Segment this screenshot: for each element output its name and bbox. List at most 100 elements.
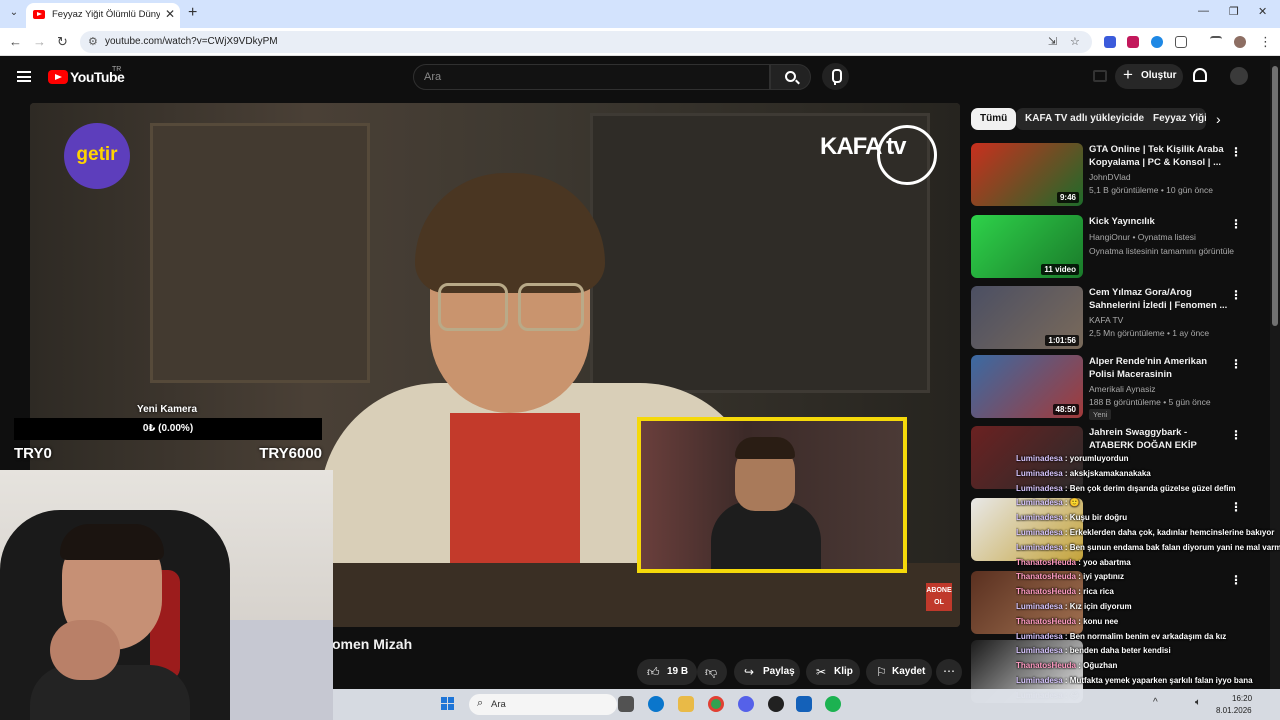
rec-channel[interactable]: KAFA TV xyxy=(1089,315,1123,325)
notifications-bell-icon[interactable] xyxy=(1193,68,1207,82)
save-button[interactable]: ⚐ Kaydet xyxy=(866,659,932,685)
clip-button[interactable]: ✂ Klip xyxy=(806,659,860,685)
bookmark-star-icon[interactable]: ☆ xyxy=(1070,35,1080,48)
edge-icon[interactable] xyxy=(648,696,664,712)
playlist-thumbnail[interactable]: 11 video xyxy=(971,215,1083,278)
more-vertical-icon[interactable]: ⋮ xyxy=(1230,217,1242,231)
goal-min-label: TRY0 xyxy=(14,445,52,462)
extensions-puzzle-icon[interactable] xyxy=(1175,36,1187,48)
chip-related[interactable]: Feyyaz Yiğit xyxy=(1144,108,1206,130)
minimize-icon[interactable]: — xyxy=(1198,5,1209,17)
extension-icon[interactable] xyxy=(1127,36,1139,48)
rec-title[interactable]: Jahrein Swaggybark - ATABERK DOĞAN EKİP … xyxy=(1089,426,1229,453)
speaker-icon[interactable]: 🔈︎ xyxy=(1195,697,1201,708)
dislike-button[interactable]: 👎︎ xyxy=(697,659,727,685)
rec-title[interactable]: Alper Rende'nin Amerikan Polisi Macerasi… xyxy=(1089,355,1229,382)
chat-username: Luminadesa xyxy=(1016,646,1063,656)
share-icon: ↪ xyxy=(744,665,755,679)
chip-all[interactable]: Tümü xyxy=(971,108,1017,130)
more-vertical-icon[interactable]: ⋮ xyxy=(1230,288,1242,302)
more-vertical-icon[interactable]: ⋮ xyxy=(1230,145,1242,159)
windows-start-icon[interactable] xyxy=(441,697,455,711)
chat-username: Luminadesa xyxy=(1016,602,1063,611)
tab-close-icon[interactable]: ✕ xyxy=(165,7,175,21)
more-vertical-icon[interactable]: ⋮ xyxy=(1230,357,1242,371)
more-actions-button[interactable]: ⋯ xyxy=(936,659,962,685)
youtube-logo-icon[interactable] xyxy=(48,70,68,84)
rec-title[interactable]: GTA Online | Tek Kişilik Araba Kopyalama… xyxy=(1089,143,1229,169)
list-item[interactable]: 1:01:56 Cem Yılmaz Gora/Arog Sahnelerini… xyxy=(971,286,1261,352)
forward-icon[interactable]: → xyxy=(33,34,46,49)
search-button[interactable] xyxy=(770,64,811,90)
chevron-right-icon[interactable]: › xyxy=(1216,111,1221,127)
chat-text: : Ben şunun endama bak falan diyorum yan… xyxy=(1064,542,1280,552)
list-item[interactable]: 9:46 GTA Online | Tek Kişilik Araba Kopy… xyxy=(971,143,1261,209)
discord-icon[interactable] xyxy=(738,696,754,712)
browser-menu-icon[interactable]: ⋮ xyxy=(1259,34,1272,50)
address-bar[interactable]: ⚙ youtube.com/watch?v=CWjX9VDkyPM ⇲ ☆ xyxy=(80,31,1092,53)
chat-text: : Erkeklerden daha çok, kadınlar hemcins… xyxy=(1062,528,1275,537)
install-app-icon[interactable]: ⇲ xyxy=(1048,35,1057,48)
guide-menu-icon[interactable] xyxy=(17,71,31,82)
obs-icon[interactable] xyxy=(768,696,784,712)
chat-username: Luminadesa xyxy=(1016,676,1063,685)
like-button[interactable]: 👍︎ 19 B xyxy=(637,659,697,685)
scrollbar-thumb[interactable] xyxy=(1272,66,1278,326)
chat-message: Luminadesa : Kuşu bir doğru xyxy=(1016,513,1127,522)
new-tab-icon[interactable]: + xyxy=(188,4,197,22)
account-avatar[interactable] xyxy=(1230,67,1248,85)
rec-channel[interactable]: JohnDVlad xyxy=(1089,172,1131,182)
back-icon[interactable]: ← xyxy=(9,34,22,49)
chat-text: : akskjskamakanakaka xyxy=(1062,468,1151,478)
webcam-subject xyxy=(60,524,164,560)
taskbar-time[interactable]: 16:20 xyxy=(1232,694,1252,703)
getir-logo-text: getir xyxy=(76,144,118,165)
goal-progress-text: 0₺ (0.00%) xyxy=(142,423,194,434)
chat-text: : yorumluyordun xyxy=(1062,454,1129,463)
extension-icon[interactable] xyxy=(1104,36,1116,48)
reading-list-icon[interactable] xyxy=(1210,36,1222,48)
browser-tab[interactable]: Feyyaz Yiğit Ölümlü Dünya Sah ✕ xyxy=(26,3,180,28)
video-thumbnail[interactable]: 9:46 xyxy=(971,143,1083,206)
voice-search-icon[interactable] xyxy=(822,63,849,90)
view-full-playlist-link[interactable]: Oynatma listesinin tamamını görüntüle xyxy=(1089,246,1234,256)
share-button[interactable]: ↪ Paylaş xyxy=(734,659,800,685)
cast-icon[interactable] xyxy=(1093,70,1107,82)
taskbar-date[interactable]: 8.01.2026 xyxy=(1216,706,1252,715)
file-explorer-icon[interactable] xyxy=(678,696,694,712)
taskbar-search[interactable]: ⌕ Ara xyxy=(469,694,617,715)
list-item[interactable]: 11 video Kick Yayıncılık HangiOnur • Oyn… xyxy=(971,215,1261,281)
create-button[interactable]: + Oluştur xyxy=(1115,64,1183,89)
profile-avatar-icon[interactable] xyxy=(1234,36,1246,48)
list-item[interactable]: 48:50 Alper Rende'nin Amerikan Polisi Ma… xyxy=(971,355,1261,421)
reload-icon[interactable]: ↻ xyxy=(57,34,68,50)
chat-message: Luminadesa : Ben çok derim dışarıda güze… xyxy=(1016,484,1236,493)
app-icon[interactable] xyxy=(796,696,812,712)
more-vertical-icon[interactable]: ⋮ xyxy=(1230,428,1242,442)
restore-icon[interactable]: ❐ xyxy=(1229,5,1239,18)
tab-search-icon[interactable]: ⌄ xyxy=(6,5,22,21)
subscribe-watermark[interactable]: ABONE OL xyxy=(926,583,952,611)
inset-subject xyxy=(735,437,795,459)
spotify-icon[interactable] xyxy=(825,696,841,712)
video-thumbnail[interactable]: 48:50 xyxy=(971,355,1083,418)
extension-icon[interactable] xyxy=(1151,36,1163,48)
chrome-icon[interactable] xyxy=(708,696,724,712)
thumbs-up-icon: 👍︎ xyxy=(647,665,660,679)
rec-channel[interactable]: HangiOnur • Oynatma listesi xyxy=(1089,232,1196,242)
chat-text: : Ben normalim benim ev arkadaşım da kız xyxy=(1062,631,1227,641)
video-thumbnail[interactable]: 1:01:56 xyxy=(971,286,1083,349)
chat-message: Luminadesa : 🙂 xyxy=(1016,498,1080,507)
share-label: Paylaş xyxy=(763,666,795,677)
task-view-icon[interactable] xyxy=(618,696,634,712)
search-input[interactable]: Ara xyxy=(413,64,770,90)
rec-channel[interactable]: Amerikali Aynasiz xyxy=(1089,384,1155,394)
rec-title[interactable]: Kick Yayıncılık xyxy=(1089,215,1229,228)
site-info-icon[interactable]: ⚙ xyxy=(88,35,98,48)
chip-uploader[interactable]: KAFA TV adlı yükleyiciden xyxy=(1016,108,1160,130)
chat-username: Luminadesa xyxy=(1016,454,1063,463)
goal-max-label: TRY6000 xyxy=(259,445,322,462)
window-close-icon[interactable]: ✕ xyxy=(1258,5,1267,18)
tray-chevron-icon[interactable]: ^ xyxy=(1153,697,1158,708)
rec-title[interactable]: Cem Yılmaz Gora/Arog Sahnelerini İzledi … xyxy=(1089,286,1229,312)
